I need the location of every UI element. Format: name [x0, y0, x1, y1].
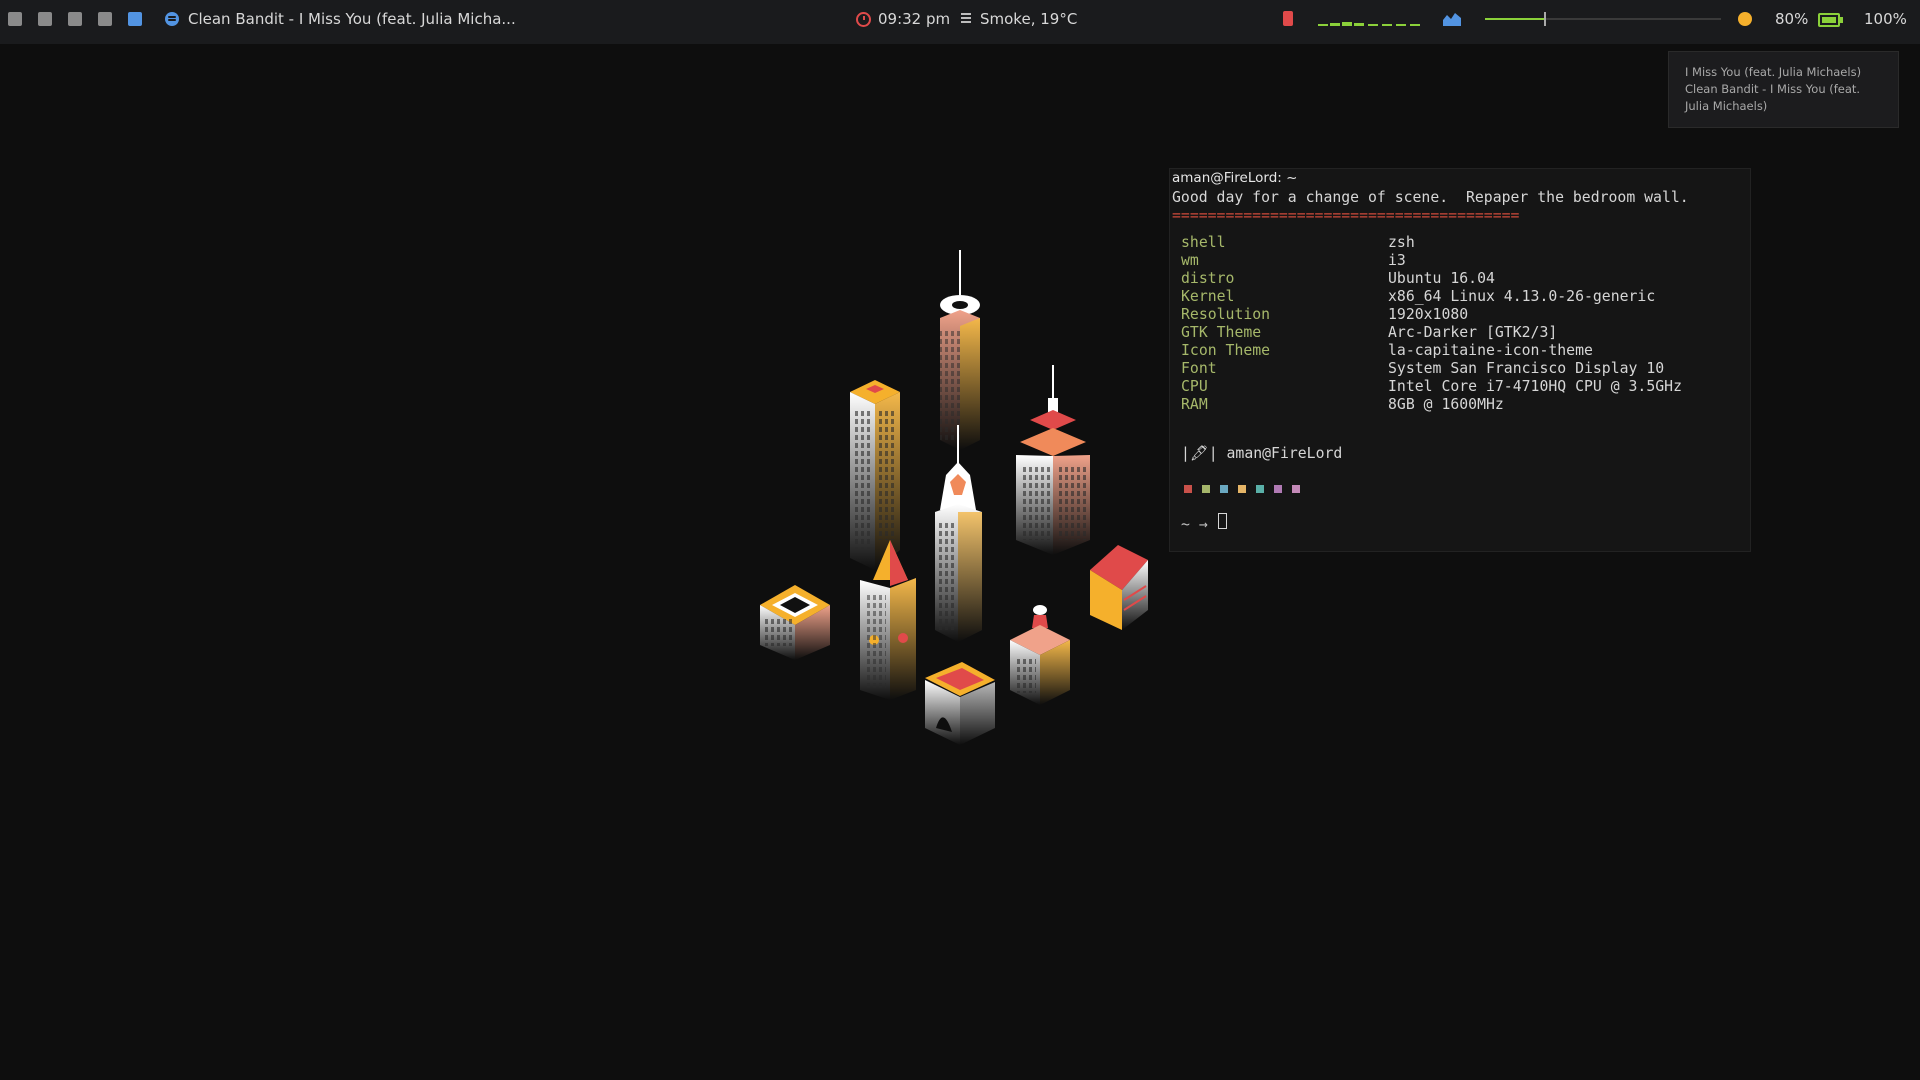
notification-body-line: Clean Bandit - I Miss You (feat. [1685, 82, 1861, 96]
weather-icon [961, 13, 971, 23]
palette-swatch [1238, 485, 1246, 493]
left-highrise-building [850, 380, 900, 570]
center-art-deco-building [935, 425, 982, 642]
terminal-cursor [1218, 513, 1227, 529]
battery-label: 100% [1864, 10, 1907, 28]
notification-title: I Miss You (feat. Julia Michaels) [1685, 65, 1862, 79]
info-value: 8GB @ 1600MHz [1388, 396, 1504, 413]
info-value: System San Francisco Display 10 [1388, 360, 1665, 377]
workspace-5-button[interactable] [128, 12, 142, 26]
info-key: Icon Theme [1181, 342, 1271, 359]
shell-prompt: ~ → [1181, 516, 1208, 533]
info-key: shell [1181, 234, 1226, 251]
info-key: wm [1181, 252, 1199, 269]
palette-swatch [1292, 485, 1300, 493]
info-value: 1920x1080 [1388, 306, 1469, 323]
volume-handle[interactable] [1544, 12, 1546, 26]
volume-fill [1485, 18, 1544, 20]
battery-icon [1818, 13, 1843, 27]
weather-label: Smoke, 19°C [980, 10, 1078, 28]
spotify-icon [165, 12, 179, 26]
workspace-2-button[interactable] [38, 12, 52, 26]
info-value: Ubuntu 16.04 [1388, 270, 1495, 287]
info-value: Arc-Darker [GTK2/3] [1388, 324, 1558, 341]
user-host-line: |🖋| aman@FireLord [1181, 445, 1343, 462]
top-bar: Clean Bandit - I Miss You (feat. Julia M… [0, 0, 1920, 44]
wallpaper-city-illustration [760, 250, 1148, 745]
divider-rule: ======================================= [1172, 207, 1520, 224]
info-value: Intel Core i7-4710HQ CPU @ 3.5GHz [1388, 378, 1682, 395]
info-value: zsh [1388, 234, 1415, 251]
memory-icon [1283, 11, 1293, 26]
info-key: RAM [1181, 396, 1208, 413]
info-key: Font [1181, 360, 1217, 377]
brightness-label: 80% [1775, 10, 1809, 28]
palette-swatch [1202, 485, 1210, 493]
info-value: la-capitaine-icon-theme [1388, 342, 1593, 359]
tower-spire-building [940, 250, 980, 450]
info-key: Kernel [1181, 288, 1235, 305]
info-value: i3 [1388, 252, 1406, 269]
left-square-building [760, 585, 830, 660]
info-key: distro [1181, 270, 1235, 287]
notification-popup[interactable]: I Miss You (feat. Julia Michaels) Clean … [1668, 51, 1899, 128]
info-key: CPU [1181, 378, 1208, 395]
info-key: Resolution [1181, 306, 1271, 323]
workspace-1-button[interactable] [8, 12, 22, 26]
right-spire-building [1016, 365, 1090, 555]
brightness-icon [1738, 12, 1752, 26]
fortune-message: Good day for a change of scene. Repaper … [1172, 189, 1689, 206]
terminal-window[interactable]: aman@FireLord: ~ Good day for a change o… [1169, 168, 1751, 552]
palette-swatch [1220, 485, 1228, 493]
arch-monument [925, 662, 995, 745]
palette-swatch [1274, 485, 1282, 493]
cpu-graph-icon [1443, 13, 1461, 26]
now-playing-label[interactable]: Clean Bandit - I Miss You (feat. Julia M… [188, 10, 516, 28]
palette-swatch [1256, 485, 1264, 493]
clock-label: 09:32 pm [878, 10, 951, 28]
domed-building [1010, 605, 1070, 705]
notification-body-line: Julia Michaels) [1685, 99, 1768, 113]
volume-slider[interactable] [1485, 12, 1721, 26]
workspace-3-button[interactable] [68, 12, 82, 26]
info-key: GTK Theme [1181, 324, 1262, 341]
workspace-4-button[interactable] [98, 12, 112, 26]
palette-swatch [1184, 485, 1192, 493]
info-value: x86_64 Linux 4.13.0-26-generic [1388, 288, 1656, 305]
red-roof-house [1090, 545, 1148, 630]
network-graph [1318, 14, 1428, 26]
clock-icon [856, 12, 871, 27]
terminal-title: aman@FireLord: ~ [1172, 170, 1298, 186]
